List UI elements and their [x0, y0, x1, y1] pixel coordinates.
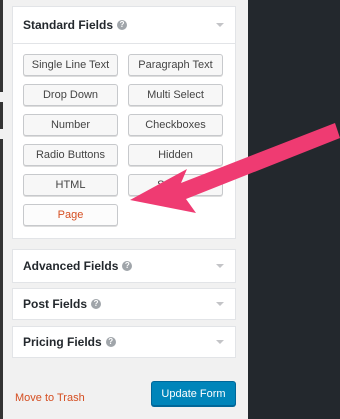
advanced-fields-title: Advanced Fields	[23, 259, 119, 273]
pricing-fields-panel: Pricing Fields ?	[12, 326, 236, 358]
html-button[interactable]: HTML	[23, 174, 118, 196]
paragraph-text-button[interactable]: Paragraph Text	[128, 54, 223, 76]
chevron-down-icon[interactable]	[216, 302, 224, 306]
multi-select-button[interactable]: Multi Select	[128, 84, 223, 106]
standard-fields-body: Single Line Text Paragraph Text Drop Dow…	[13, 43, 235, 238]
radio-buttons-button[interactable]: Radio Buttons	[23, 144, 118, 166]
post-fields-title: Post Fields	[23, 297, 88, 311]
left-edge-border	[0, 0, 3, 419]
question-circle-icon[interactable]: ?	[91, 299, 102, 309]
post-fields-header[interactable]: Post Fields ?	[13, 289, 235, 319]
question-circle-icon[interactable]: ?	[117, 20, 128, 30]
update-form-button[interactable]: Update Form	[151, 381, 236, 406]
drop-down-button[interactable]: Drop Down	[23, 84, 118, 106]
post-fields-panel: Post Fields ?	[12, 288, 236, 320]
field-button-grid: Single Line Text Paragraph Text Drop Dow…	[23, 54, 225, 226]
standard-fields-header[interactable]: Standard Fields ?	[13, 7, 235, 43]
pricing-fields-header[interactable]: Pricing Fields ?	[13, 327, 235, 357]
checkboxes-button[interactable]: Checkboxes	[128, 114, 223, 136]
standard-fields-title: Standard Fields	[23, 18, 114, 32]
pricing-fields-title: Pricing Fields	[23, 335, 102, 349]
question-circle-icon[interactable]: ?	[105, 337, 116, 347]
chevron-down-icon[interactable]	[216, 264, 224, 268]
question-circle-icon[interactable]: ?	[122, 261, 133, 271]
number-button[interactable]: Number	[23, 114, 118, 136]
single-line-text-button[interactable]: Single Line Text	[23, 54, 118, 76]
advanced-fields-header[interactable]: Advanced Fields ?	[13, 250, 235, 282]
advanced-fields-panel: Advanced Fields ?	[12, 249, 236, 283]
section-button[interactable]: Section	[128, 174, 223, 196]
admin-background-dark	[248, 0, 340, 419]
standard-fields-panel: Standard Fields ? Single Line Text Parag…	[12, 6, 236, 239]
hidden-button[interactable]: Hidden	[128, 144, 223, 166]
page-button[interactable]: Page	[23, 204, 118, 226]
chevron-down-icon[interactable]	[216, 23, 224, 27]
move-to-trash-link[interactable]: Move to Trash	[15, 392, 85, 404]
chevron-down-icon[interactable]	[216, 340, 224, 344]
